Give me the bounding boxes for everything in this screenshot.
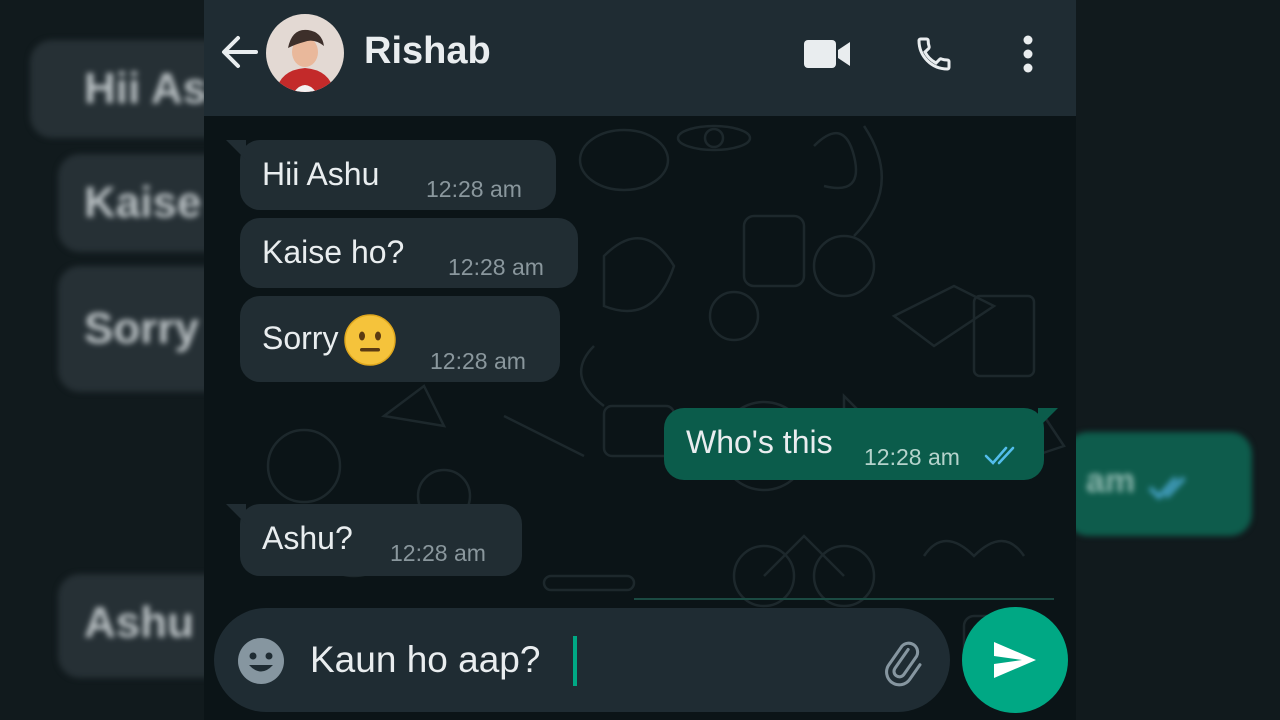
backdrop-left: Hii As Kaise Sorry Ashu	[0, 0, 204, 720]
divider	[634, 598, 1054, 600]
message-incoming[interactable]: Kaise ho? 12:28 am	[240, 218, 578, 288]
ghost-bubble: Hii As	[30, 40, 204, 138]
avatar-photo	[266, 14, 344, 92]
ghost-text: Sorry	[84, 304, 199, 353]
message-outgoing[interactable]: Who's this 12:28 am	[664, 408, 1058, 480]
message-text: Sorry	[262, 320, 339, 356]
ghost-text: Kaise	[84, 178, 202, 227]
avatar[interactable]	[266, 14, 344, 92]
voice-call-button[interactable]	[910, 30, 958, 78]
ghost-bubble-outgoing: am	[1076, 432, 1252, 536]
message-composer	[214, 608, 950, 712]
message-time: 12:28 am	[430, 348, 526, 374]
more-vertical-icon	[1023, 35, 1033, 73]
emoji-icon	[238, 638, 284, 684]
message-incoming[interactable]: Hii Ashu 12:28 am	[226, 140, 556, 210]
text-caret	[573, 636, 577, 686]
back-button[interactable]	[218, 30, 262, 74]
emoji-button[interactable]	[236, 636, 286, 686]
send-button[interactable]	[962, 607, 1068, 713]
message-time: 12:28 am	[426, 176, 522, 202]
chat-screen: Rishab Hii Ashu 12:28 am Kaise ho? 12:28…	[204, 0, 1076, 720]
ghost-bubble: Ashu	[58, 574, 204, 678]
bubble-tail	[226, 504, 246, 524]
bubble-tail	[226, 140, 246, 160]
ghost-bubble: Kaise	[58, 154, 204, 252]
bubble-tail	[1038, 408, 1058, 428]
message-text: Kaise ho?	[262, 234, 405, 270]
chat-header: Rishab	[204, 0, 1076, 116]
message-incoming[interactable]: Ashu? 12:28 am	[226, 504, 522, 576]
message-text: Who's this	[686, 424, 833, 460]
neutral-face-emoji-icon	[344, 314, 396, 366]
double-check-icon	[984, 446, 1015, 465]
double-check-icon	[1148, 476, 1186, 500]
message-time: 12:28 am	[448, 254, 544, 280]
paperclip-icon	[885, 641, 922, 687]
message-input[interactable]	[310, 632, 850, 688]
message-text: Ashu?	[262, 520, 353, 556]
arrow-left-icon	[222, 36, 258, 68]
send-icon	[994, 642, 1036, 678]
contact-name[interactable]: Rishab	[364, 30, 491, 73]
attach-button[interactable]	[878, 638, 928, 688]
message-time: 12:28 am	[390, 540, 486, 566]
message-time: 12:28 am	[864, 444, 960, 470]
ghost-text: Hii As	[84, 64, 204, 113]
phone-icon	[917, 37, 951, 71]
ghost-bubble: Sorry	[58, 266, 204, 392]
message-incoming[interactable]: Sorry 12:28 am	[240, 296, 560, 382]
backdrop-right: am	[1076, 0, 1280, 720]
message-text: Hii Ashu	[262, 156, 380, 192]
more-options-button[interactable]	[1010, 30, 1046, 78]
ghost-text: Ashu	[84, 598, 194, 647]
video-call-icon	[804, 40, 850, 68]
video-call-button[interactable]	[798, 30, 858, 78]
ghost-time: am	[1086, 462, 1136, 500]
